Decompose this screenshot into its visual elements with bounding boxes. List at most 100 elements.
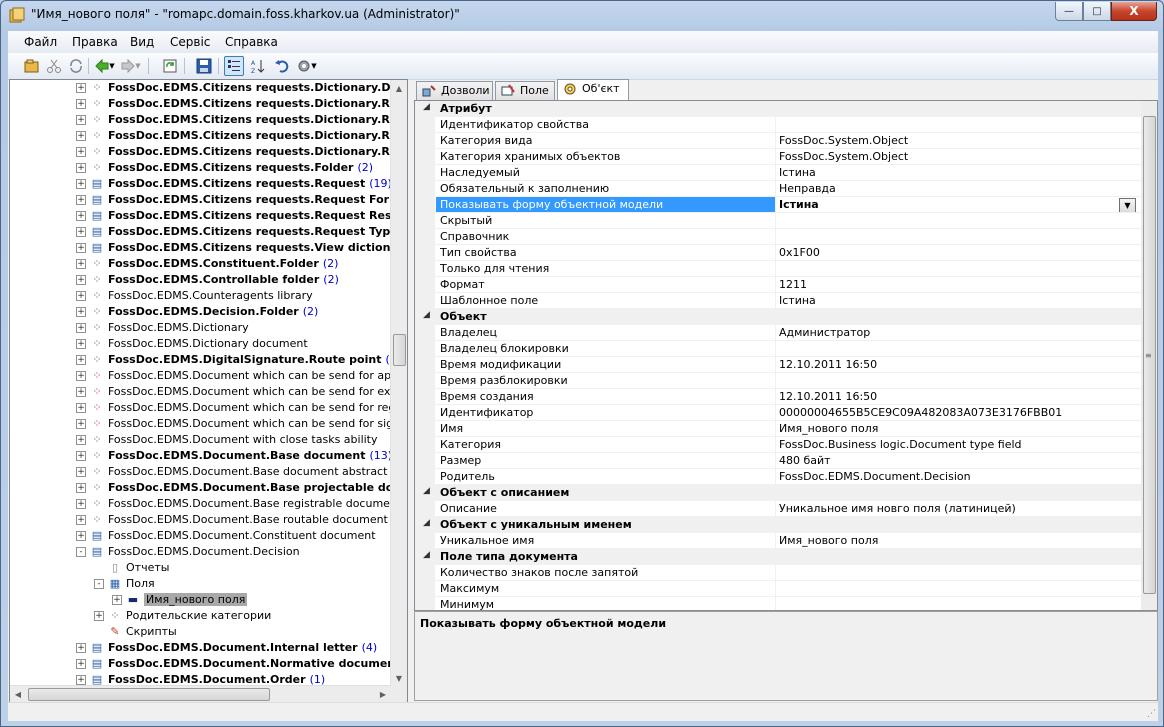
column-splitter[interactable] xyxy=(775,197,776,213)
property-grid-scrollbar[interactable]: ≡ xyxy=(1141,101,1157,610)
menu-help[interactable]: Справка xyxy=(225,35,278,49)
tab-field[interactable]: Поле xyxy=(495,81,555,100)
tree-node[interactable]: - ▦ Поля xyxy=(10,576,390,592)
property-value[interactable]: Істина xyxy=(779,294,1119,307)
property-row[interactable]: Обязательный к заполнению Неправда xyxy=(415,181,1141,197)
expand-icon[interactable]: + xyxy=(76,435,86,445)
menu-service[interactable]: Сервіс xyxy=(170,35,210,49)
expand-icon[interactable]: + xyxy=(112,595,122,605)
property-row[interactable]: Скрытый xyxy=(415,213,1141,229)
tree-node[interactable]: + ⁘ FossDoc.EDMS.Document which can be sen… xyxy=(10,416,390,432)
collapse-triangle-icon[interactable]: ◢ xyxy=(423,486,430,496)
tree-node[interactable]: + ⁘ FossDoc.EDMS.Citizens requests.Diction… xyxy=(10,128,390,144)
column-splitter[interactable] xyxy=(775,389,776,405)
expand-icon[interactable]: + xyxy=(76,499,86,509)
minimize-button[interactable]: — xyxy=(1055,2,1083,21)
tree-node[interactable]: + ▤ FossDoc.EDMS.Citizens requests.Request… xyxy=(10,192,390,208)
column-splitter[interactable] xyxy=(775,405,776,421)
expand-icon[interactable]: + xyxy=(76,659,86,669)
value-dropdown-button[interactable]: ▼ xyxy=(1119,198,1136,213)
expand-icon[interactable]: + xyxy=(76,99,86,109)
property-row[interactable]: Шаблонное поле Істина xyxy=(415,293,1141,309)
property-value[interactable]: Істина xyxy=(779,198,1119,211)
tree-vertical-scrollbar[interactable]: ▲ ▼ xyxy=(390,80,407,686)
tree-node[interactable]: + ⁘ FossDoc.EDMS.Citizens requests.Diction… xyxy=(10,144,390,160)
property-row[interactable]: Минимум xyxy=(415,597,1141,610)
expand-icon[interactable]: + xyxy=(76,643,86,653)
scroll-right-icon[interactable]: ▶ xyxy=(375,686,391,702)
property-value[interactable]: Істина xyxy=(779,166,1119,179)
expand-icon[interactable]: + xyxy=(76,483,86,493)
column-splitter[interactable] xyxy=(775,293,776,309)
property-value[interactable]: Имя_нового поля xyxy=(779,534,1119,547)
folders-icon[interactable] xyxy=(22,56,42,76)
column-splitter[interactable] xyxy=(775,453,776,469)
property-row[interactable]: Родитель FossDoc.EDMS.Document.Decision xyxy=(415,469,1141,485)
column-splitter[interactable] xyxy=(775,245,776,261)
collapse-icon[interactable]: - xyxy=(94,579,104,589)
tree-node[interactable]: + ⁘ FossDoc.EDMS.Citizens requests.Diction… xyxy=(10,112,390,128)
property-category[interactable]: ◢ Поле типа документа xyxy=(415,549,1141,565)
property-row[interactable]: Категория вида FossDoc.System.Object xyxy=(415,133,1141,149)
collapse-triangle-icon[interactable]: ◢ xyxy=(423,102,430,112)
tree-node[interactable]: + ⁘ FossDoc.EDMS.Citizens requests.Folder(… xyxy=(10,160,390,176)
property-row[interactable]: Наследуемый Істина xyxy=(415,165,1141,181)
tree-node[interactable]: + ▤ FossDoc.EDMS.Document.Internal letter(… xyxy=(10,640,390,656)
menu-view[interactable]: Вид xyxy=(130,35,154,49)
column-splitter[interactable] xyxy=(775,133,776,149)
property-row[interactable]: Только для чтения xyxy=(415,261,1141,277)
menu-file[interactable]: Файл xyxy=(24,35,57,49)
property-row[interactable]: Описание Уникальное имя новго поля (латин… xyxy=(415,501,1141,517)
tree-node[interactable]: + ⁘ FossDoc.EDMS.Constituent.Folder (2) xyxy=(10,256,390,272)
tree-node[interactable]: ▯ Отчеты xyxy=(10,560,390,576)
tree-node[interactable]: + ▤ FossDoc.EDMS.Document.Constituent docu… xyxy=(10,528,390,544)
tree-node[interactable]: + ▤ FossDoc.EDMS.Document.Order (1) xyxy=(10,672,390,686)
close-button[interactable]: X xyxy=(1111,2,1157,21)
property-row[interactable]: Идентификатор 00000004655B5CE9C09A482083A… xyxy=(415,405,1141,421)
column-splitter[interactable] xyxy=(775,341,776,357)
maximize-button[interactable]: □ xyxy=(1083,2,1111,21)
property-row[interactable]: Показывать форму объектной модели Істина ▼ xyxy=(415,197,1141,213)
tree-node[interactable]: + ▬ Имя_нового поля xyxy=(10,592,390,608)
tree-node[interactable]: + ▤ FossDoc.EDMS.Citizens requests.Request… xyxy=(10,208,390,224)
column-splitter[interactable] xyxy=(775,469,776,485)
tree-node[interactable]: + ⁘ FossDoc.EDMS.Document with close tasks… xyxy=(10,432,390,448)
expand-icon[interactable]: + xyxy=(76,211,86,221)
reload-icon[interactable] xyxy=(160,56,180,76)
expand-icon[interactable]: + xyxy=(76,531,86,541)
scroll-left-icon[interactable]: ◀ xyxy=(10,686,26,702)
property-value[interactable]: Администратор xyxy=(779,326,1119,339)
expand-icon[interactable]: + xyxy=(76,419,86,429)
forward-dropdown-icon[interactable]: ▼ xyxy=(134,56,142,76)
menu-edit[interactable]: Правка xyxy=(72,35,118,49)
tree-node[interactable]: + ⁘ FossDoc.EDMS.DigitalSignature.Route po… xyxy=(10,352,390,368)
expand-icon[interactable]: + xyxy=(76,179,86,189)
expand-icon[interactable]: + xyxy=(76,323,86,333)
expand-icon[interactable]: + xyxy=(76,243,86,253)
expand-icon[interactable]: + xyxy=(76,83,86,93)
save-icon[interactable] xyxy=(194,56,214,76)
property-row[interactable]: Время создания 12.10.2011 16:50 xyxy=(415,389,1141,405)
collapse-triangle-icon[interactable]: ◢ xyxy=(423,518,430,528)
column-splitter[interactable] xyxy=(775,581,776,597)
collapse-triangle-icon[interactable]: ◢ xyxy=(423,310,430,320)
property-category[interactable]: ◢ Объект xyxy=(415,309,1141,325)
column-splitter[interactable] xyxy=(775,229,776,245)
column-splitter[interactable] xyxy=(775,533,776,549)
property-value[interactable]: 12.10.2011 16:50 xyxy=(779,390,1119,403)
tree-node[interactable]: + ⁘ FossDoc.EDMS.Document which can be sen… xyxy=(10,400,390,416)
property-row[interactable]: Размер 480 байт xyxy=(415,453,1141,469)
tree-node[interactable]: + ▤ FossDoc.EDMS.Citizens requests.View di… xyxy=(10,240,390,256)
property-value[interactable]: 1211 xyxy=(779,278,1119,291)
property-row[interactable]: Количество знаков после запятой xyxy=(415,565,1141,581)
tree-node[interactable]: + ⁘ FossDoc.EDMS.Document which can be sen… xyxy=(10,384,390,400)
property-row[interactable]: Тип свойства 0x1F00 xyxy=(415,245,1141,261)
column-splitter[interactable] xyxy=(775,117,776,133)
object-tree[interactable]: + ⁘ FossDoc.EDMS.Citizens requests.Diction… xyxy=(9,79,408,703)
scroll-thumb[interactable] xyxy=(393,334,406,366)
tree-node[interactable]: + ⁘ FossDoc.EDMS.Dictionary xyxy=(10,320,390,336)
property-value[interactable]: Неправда xyxy=(779,182,1119,195)
expand-icon[interactable]: + xyxy=(76,227,86,237)
expand-icon[interactable]: + xyxy=(76,371,86,381)
tree-node[interactable]: + ⁘ FossDoc.EDMS.Document.Base document ab… xyxy=(10,464,390,480)
